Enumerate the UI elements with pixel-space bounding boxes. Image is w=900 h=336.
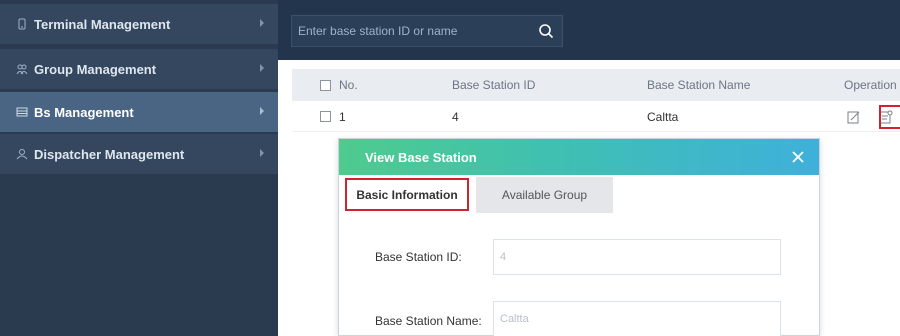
table-header: No. Base Station ID Base Station Name Op…	[292, 69, 900, 101]
header-no: No.	[339, 78, 358, 92]
header-base-station-id: Base Station ID	[452, 78, 536, 92]
tab-basic-information[interactable]: Basic Information	[347, 177, 467, 213]
sidebar-item-dispatcher-management[interactable]: Dispatcher Management	[0, 134, 278, 174]
search-input[interactable]	[292, 16, 530, 46]
row-no: 1	[339, 109, 346, 124]
base-station-id-field[interactable]	[493, 239, 781, 275]
search-box	[291, 15, 563, 47]
row-no-cell: 1	[320, 102, 346, 131]
sidebar-item-terminal-management[interactable]: Terminal Management	[0, 4, 278, 44]
row-checkbox[interactable]	[320, 111, 331, 122]
dialog-title: View Base Station	[365, 149, 477, 165]
sidebar-item-label: Group Management	[34, 61, 157, 77]
dispatcher-icon	[16, 148, 28, 160]
sidebar-item-bs-management[interactable]: Bs Management	[0, 92, 278, 132]
group-icon	[16, 63, 28, 75]
base-station-id-label: Base Station ID:	[375, 250, 462, 264]
sidebar-item-group-management[interactable]: Group Management	[0, 49, 278, 89]
dialog-header: View Base Station	[339, 139, 819, 175]
base-station-icon	[16, 106, 28, 118]
header-no-cell: No.	[320, 69, 358, 101]
sidebar-item-label: Dispatcher Management	[34, 146, 185, 162]
row-base-station-name: Caltta	[647, 109, 679, 124]
header-operation: Operation	[844, 78, 897, 92]
chevron-right-icon	[260, 149, 264, 157]
sidebar-item-label: Terminal Management	[34, 16, 171, 32]
view-base-station-dialog: View Base Station Basic Information Avai…	[338, 138, 820, 336]
base-station-name-label: Base Station Name:	[375, 314, 482, 328]
edit-icon[interactable]	[845, 108, 863, 126]
view-button-highlight	[879, 105, 900, 129]
row-base-station-id: 4	[452, 109, 459, 124]
header-base-station-name: Base Station Name	[647, 78, 751, 92]
search-icon[interactable]	[530, 16, 562, 46]
base-station-name-field[interactable]	[493, 301, 781, 336]
sidebar-item-label: Bs Management	[34, 104, 134, 120]
chevron-right-icon	[260, 107, 264, 115]
terminal-icon	[16, 18, 28, 30]
select-all-checkbox[interactable]	[320, 79, 331, 91]
sidebar: Terminal Management Group Management Bs …	[0, 0, 278, 336]
close-icon[interactable]	[789, 148, 807, 166]
chevron-right-icon	[260, 19, 264, 27]
tab-available-group[interactable]: Available Group	[476, 177, 613, 213]
table-row: 1 4 Caltta	[292, 102, 900, 132]
chevron-right-icon	[260, 64, 264, 72]
